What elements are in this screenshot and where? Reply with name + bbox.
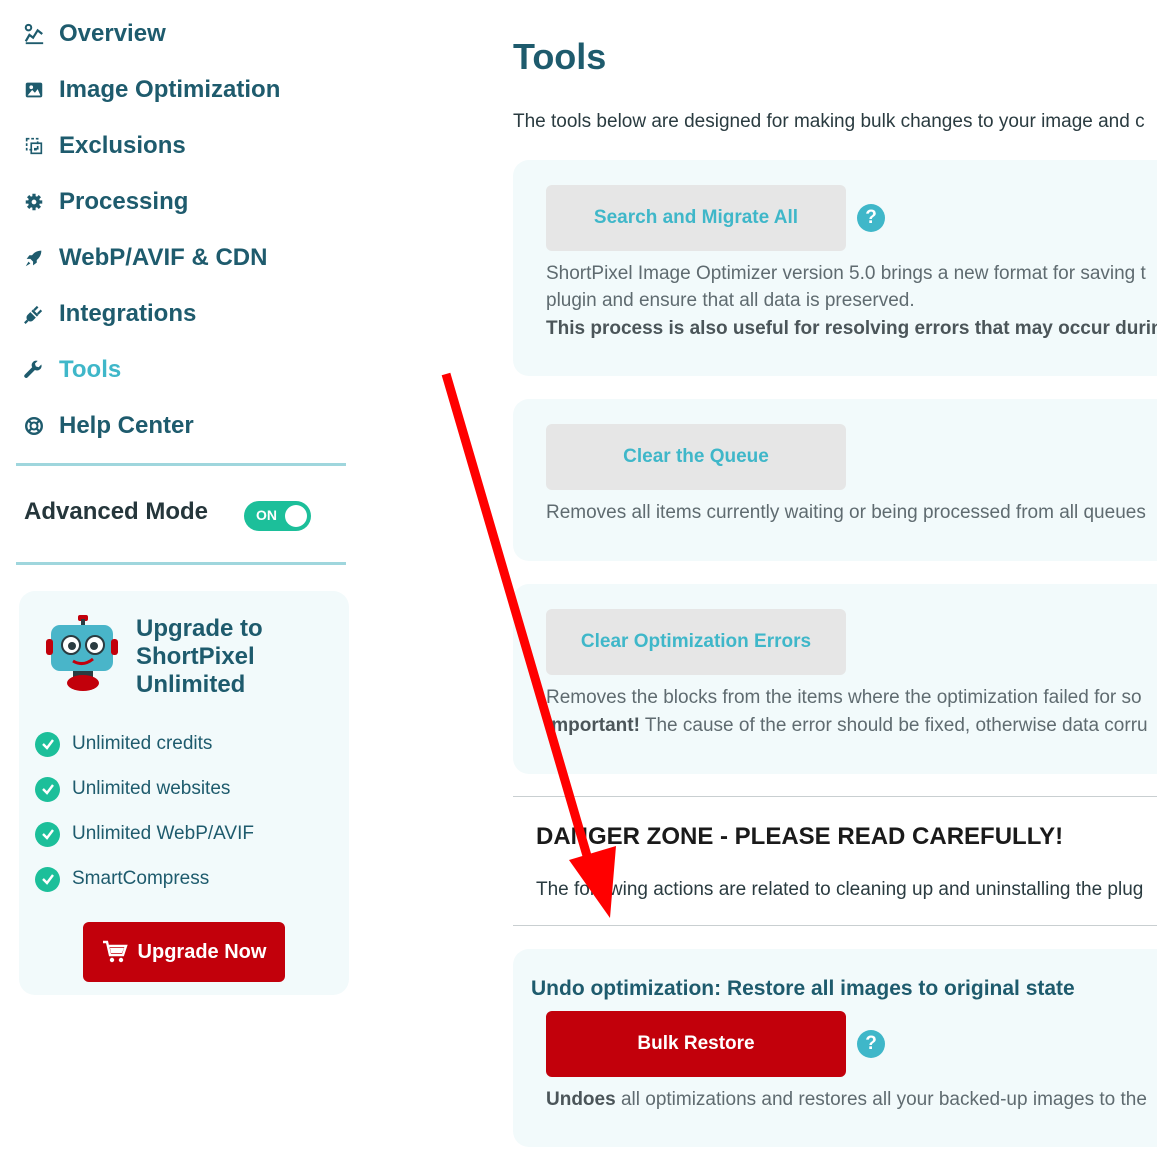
advanced-mode-toggle[interactable]: ON bbox=[244, 501, 311, 531]
sidebar-divider bbox=[16, 463, 346, 466]
gear-icon bbox=[20, 188, 48, 216]
sidebar-item-label: Exclusions bbox=[59, 132, 186, 159]
tool-description: Removes the blocks from the items where … bbox=[546, 687, 1142, 708]
help-icon[interactable]: ? bbox=[857, 1030, 885, 1058]
undo-description-text: all optimizations and restores all your … bbox=[615, 1089, 1147, 1110]
sidebar-item-overview[interactable]: Overview bbox=[20, 14, 166, 54]
danger-zone-divider bbox=[513, 796, 1157, 797]
feature-label: Unlimited websites bbox=[72, 778, 231, 799]
sidebar-item-exclusions[interactable]: Exclusions bbox=[20, 126, 186, 166]
sidebar-item-webp-avif-cdn[interactable]: WebP/AVIF & CDN bbox=[20, 238, 267, 278]
cart-icon bbox=[102, 940, 128, 964]
feature-label: Unlimited credits bbox=[72, 733, 213, 754]
warning-text: The cause of the error should be fixed, … bbox=[639, 715, 1148, 736]
check-circle-icon bbox=[35, 821, 60, 847]
feature-label: Unlimited WebP/AVIF bbox=[72, 823, 254, 844]
help-icon[interactable]: ? bbox=[857, 204, 885, 232]
sidebar-item-label: Image Optimization bbox=[59, 76, 281, 103]
danger-zone-title: DANGER ZONE - PLEASE READ CAREFULLY! bbox=[536, 823, 1064, 850]
sidebar-item-processing[interactable]: Processing bbox=[20, 182, 188, 222]
plug-icon bbox=[20, 300, 48, 328]
feature-item: Unlimited websites bbox=[35, 774, 230, 804]
bulk-restore-button[interactable]: Bulk Restore bbox=[546, 1011, 846, 1077]
advanced-mode-label: Advanced Mode bbox=[24, 498, 209, 525]
tool-description: ShortPixel Image Optimizer version 5.0 b… bbox=[546, 263, 1146, 284]
clear-the-queue-button[interactable]: Clear the Queue bbox=[546, 424, 846, 490]
danger-zone-divider bbox=[513, 925, 1157, 926]
bold-text: Undoes bbox=[546, 1089, 616, 1110]
bold-text: This process is also useful for resolvin… bbox=[546, 318, 1157, 339]
check-circle-icon bbox=[35, 866, 60, 892]
sidebar-item-label: Processing bbox=[59, 188, 189, 215]
upgrade-title: Upgrade to ShortPixel Unlimited bbox=[136, 615, 263, 698]
sidebar-item-integrations[interactable]: Integrations bbox=[20, 294, 196, 334]
sidebar-divider bbox=[16, 562, 346, 565]
feature-item: Unlimited credits bbox=[35, 729, 212, 759]
sidebar-item-label: WebP/AVIF & CDN bbox=[59, 244, 268, 271]
undo-optimization-card: Undo optimization: Restore all images to… bbox=[513, 949, 1157, 1147]
check-circle-icon bbox=[35, 776, 60, 802]
check-circle-icon bbox=[35, 731, 60, 757]
upgrade-now-button[interactable]: Upgrade Now bbox=[83, 922, 285, 982]
tool-description: plugin and ensure that all data is prese… bbox=[546, 290, 915, 311]
rocket-icon bbox=[20, 244, 48, 272]
intro-text: The tools below are designed for making … bbox=[513, 111, 1145, 132]
tool-card-clear-queue: Clear the Queue Removes all items curren… bbox=[513, 399, 1157, 561]
important-label: Important! bbox=[546, 715, 640, 736]
undo-description: Undoes all optimizations and restores al… bbox=[546, 1089, 1147, 1111]
tool-description: Removes all items currently waiting or b… bbox=[546, 502, 1146, 523]
tool-card-migrate: Search and Migrate All ? ShortPixel Imag… bbox=[513, 160, 1157, 376]
chart-icon bbox=[20, 20, 48, 48]
sidebar-item-label: Integrations bbox=[59, 300, 197, 327]
feature-label: SmartCompress bbox=[72, 868, 210, 889]
feature-item: SmartCompress bbox=[35, 864, 209, 894]
sidebar-item-label: Overview bbox=[59, 20, 166, 47]
upgrade-card: Upgrade to ShortPixel Unlimited Unlimite… bbox=[19, 591, 349, 995]
tool-warning: Important! The cause of the error should… bbox=[546, 715, 1148, 737]
tool-card-clear-errors: Clear Optimization Errors Removes the bl… bbox=[513, 584, 1157, 774]
undo-optimization-title: Undo optimization: Restore all images to… bbox=[531, 977, 1075, 1000]
clear-optimization-errors-button[interactable]: Clear Optimization Errors bbox=[546, 609, 846, 675]
sidebar-item-label: Tools bbox=[59, 356, 122, 383]
upgrade-now-label: Upgrade Now bbox=[137, 940, 267, 963]
lifebuoy-icon bbox=[20, 412, 48, 440]
image-icon bbox=[20, 76, 48, 104]
sidebar-item-label: Help Center bbox=[59, 412, 194, 439]
tool-description-bold: This process is also useful for resolvin… bbox=[546, 318, 1157, 340]
page-title: Tools bbox=[513, 36, 607, 77]
feature-item: Unlimited WebP/AVIF bbox=[35, 819, 254, 849]
toggle-knob bbox=[285, 505, 307, 527]
search-and-migrate-all-button[interactable]: Search and Migrate All bbox=[546, 185, 846, 251]
wrench-icon bbox=[20, 356, 48, 384]
sidebar-item-image-optimization[interactable]: Image Optimization bbox=[20, 70, 280, 110]
toggle-state-label: ON bbox=[256, 507, 277, 523]
exclusions-icon bbox=[20, 132, 48, 160]
sidebar-item-help-center[interactable]: Help Center bbox=[20, 406, 194, 446]
danger-zone-description: The following actions are related to cle… bbox=[536, 879, 1144, 900]
robot-mascot-icon bbox=[46, 615, 118, 691]
sidebar-item-tools[interactable]: Tools bbox=[20, 350, 121, 390]
